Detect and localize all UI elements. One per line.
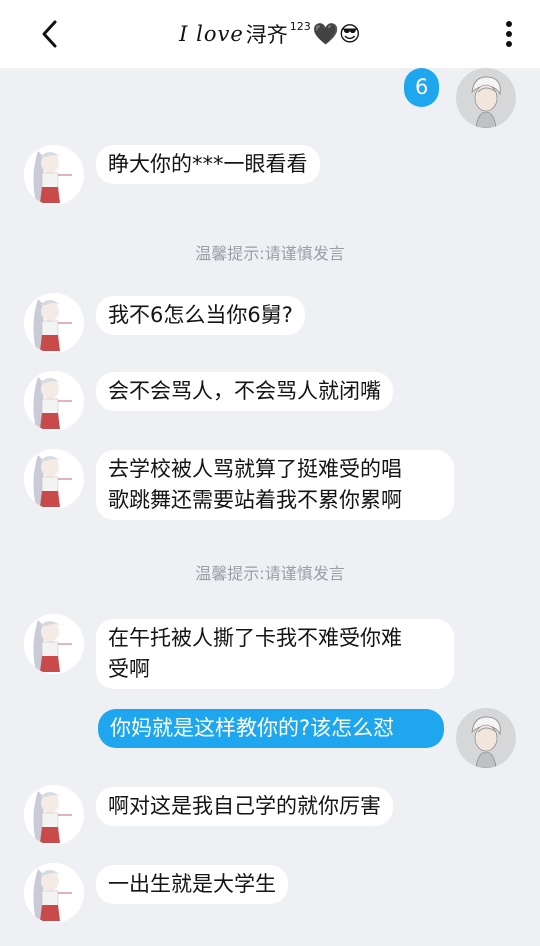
more-options-button[interactable] <box>496 18 522 50</box>
girl-avatar-icon <box>24 371 84 431</box>
girl-avatar-icon <box>24 449 84 509</box>
chat-area: 6 睁大你的***一眼看看 温馨提示:请谨慎发言 我不6怎么当你6舅? 会不会骂… <box>0 68 540 946</box>
message-bubble-other[interactable]: 会不会骂人，不会骂人就闭嘴 <box>96 372 393 411</box>
my-avatar[interactable] <box>456 68 516 128</box>
contact-avatar[interactable] <box>24 785 84 845</box>
message-bubble-other[interactable]: 睁大你的***一眼看看 <box>96 145 320 184</box>
my-avatar[interactable] <box>456 708 516 768</box>
message-bubble-me[interactable]: 你妈就是这样教你的?该怎么怼 <box>98 709 444 748</box>
contact-avatar[interactable] <box>24 614 84 674</box>
boy-avatar-icon <box>456 708 516 768</box>
contact-avatar[interactable] <box>24 293 84 353</box>
chat-title: I love 浔齐 123 🖤😎 <box>179 19 361 49</box>
title-emoji: 🖤😎 <box>312 21 361 46</box>
title-script: I love <box>179 22 244 46</box>
message-bubble-me[interactable]: 6 <box>404 68 440 107</box>
back-button[interactable] <box>34 18 64 50</box>
title-name: 浔齐 <box>245 23 288 47</box>
girl-avatar-icon <box>24 863 84 923</box>
boy-avatar-icon <box>456 68 516 128</box>
system-tip: 温馨提示:请谨慎发言 <box>195 244 345 263</box>
girl-avatar-icon <box>24 785 84 845</box>
girl-avatar-icon <box>24 293 84 353</box>
message-bubble-other[interactable]: 我不6怎么当你6舅? <box>96 296 305 335</box>
message-bubble-other[interactable]: 在午托被人撕了卡我不难受你难 受啊 <box>96 619 454 689</box>
message-bubble-other[interactable]: 去学校被人骂就算了挺难受的唱 歌跳舞还需要站着我不累你累啊 <box>96 450 454 520</box>
more-vertical-icon <box>506 21 512 47</box>
title-sup: 123 <box>289 19 311 33</box>
system-tip: 温馨提示:请谨慎发言 <box>195 564 345 583</box>
message-bubble-other[interactable]: 啊对这是我自己学的就你厉害 <box>96 787 393 826</box>
message-bubble-other[interactable]: 一出生就是大学生 <box>96 865 288 904</box>
contact-avatar[interactable] <box>24 863 84 923</box>
chevron-left-icon <box>42 20 57 48</box>
contact-avatar[interactable] <box>24 371 84 431</box>
contact-avatar[interactable] <box>24 449 84 509</box>
chat-header: I love 浔齐 123 🖤😎 <box>0 0 540 68</box>
girl-avatar-icon <box>24 614 84 674</box>
contact-avatar[interactable] <box>24 145 84 205</box>
girl-avatar-icon <box>24 145 84 205</box>
